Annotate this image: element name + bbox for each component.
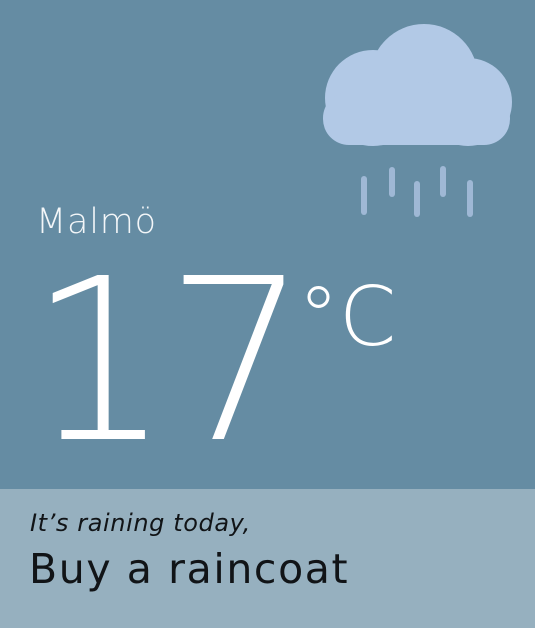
weather-panel: Malmö 17 °C [0, 0, 535, 489]
rain-drops [361, 166, 473, 217]
weather-card: Malmö 17 °C It’s raining today, Buy a ra… [0, 0, 535, 628]
temperature-unit: °C [298, 270, 397, 365]
weather-message-headline: Buy a raincoat [29, 545, 350, 593]
weather-message-subtitle: It’s raining today, [30, 509, 251, 537]
rain-cloud-icon [323, 24, 512, 217]
temperature-value: 17 [28, 231, 308, 493]
message-panel: It’s raining today, Buy a raincoat [0, 489, 535, 628]
cloud-shape [323, 24, 512, 146]
